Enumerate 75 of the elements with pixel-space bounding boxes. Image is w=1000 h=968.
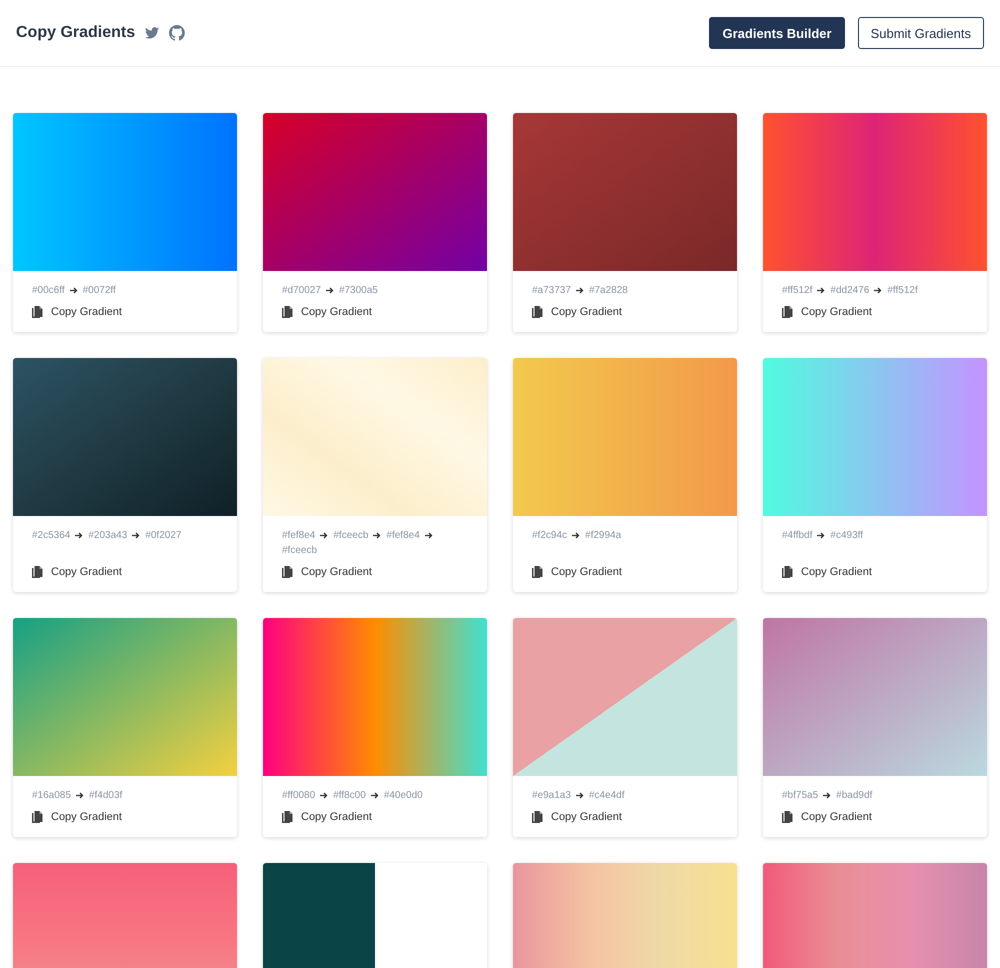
- copy-icon: [282, 811, 293, 823]
- color-code: #2c5364: [32, 529, 70, 542]
- color-code: #ff8c00: [333, 789, 366, 802]
- site-title: Copy Gradients: [16, 24, 136, 42]
- color-code: #d70027: [282, 284, 321, 297]
- color-code: #fceecb: [282, 544, 318, 557]
- copy-gradient-button[interactable]: Copy Gradient: [282, 811, 372, 823]
- copy-gradient-button[interactable]: Copy Gradient: [32, 811, 122, 823]
- color-code: #0072ff: [82, 284, 116, 297]
- arrow-icon: [817, 287, 826, 294]
- color-code: #7a2828: [588, 284, 628, 297]
- arrow-icon: [576, 792, 584, 799]
- copy-icon: [532, 811, 543, 823]
- color-code: #203a43: [88, 529, 128, 542]
- color-code: #c4e4df: [588, 789, 625, 802]
- color-code: #f4d03f: [88, 789, 122, 802]
- copy-icon: [32, 566, 43, 578]
- copy-gradient-button[interactable]: Copy Gradient: [532, 306, 622, 318]
- arrow-icon: [76, 792, 84, 799]
- arrow-icon: [373, 532, 382, 539]
- color-code: #c493ff: [830, 529, 864, 542]
- color-code: #ff512f: [887, 284, 918, 297]
- copy-icon: [532, 306, 543, 318]
- arrow-icon: [70, 287, 78, 294]
- copy-gradient-button[interactable]: Copy Gradient: [282, 306, 372, 318]
- arrow-icon: [320, 532, 328, 539]
- color-code: #ff0080: [282, 789, 316, 802]
- copy-gradient-button[interactable]: Copy Gradient: [532, 566, 622, 578]
- copy-gradient-button[interactable]: Copy Gradient: [32, 306, 122, 318]
- submit-button[interactable]: Submit Gradients: [858, 17, 984, 49]
- color-code: #40e0d0: [384, 789, 423, 802]
- color-code: #f2994a: [585, 529, 622, 542]
- color-code: #dd2476: [830, 284, 870, 297]
- color-code: #4ffbdf: [782, 529, 812, 542]
- copy-gradient-button[interactable]: Copy Gradient: [782, 306, 872, 318]
- color-code: #00c6ff: [32, 284, 65, 297]
- arrow-icon: [320, 792, 328, 799]
- color-code: #16a085: [32, 789, 71, 802]
- color-code: #fef8e4: [282, 529, 316, 542]
- color-code: #7300a5: [338, 284, 378, 297]
- arrow-icon: [823, 792, 832, 799]
- arrow-icon: [75, 532, 84, 539]
- color-code: #fceecb: [333, 529, 368, 542]
- copy-icon: [282, 566, 293, 578]
- copy-gradient-button[interactable]: Copy Gradient: [532, 811, 622, 823]
- arrow-icon: [370, 792, 379, 799]
- copy-icon: [32, 811, 43, 823]
- arrow-icon: [326, 287, 334, 294]
- color-code: #fef8e4: [386, 529, 420, 542]
- arrow-icon: [132, 532, 140, 539]
- copy-icon: [532, 566, 543, 578]
- copy-icon: [782, 306, 793, 318]
- arrow-icon: [817, 532, 826, 539]
- color-code: #a73737: [532, 284, 571, 297]
- github-icon[interactable]: [169, 25, 186, 41]
- color-code: #bad9df: [836, 789, 872, 802]
- color-code: #ff512f: [782, 284, 812, 297]
- arrow-icon: [424, 532, 433, 539]
- arrow-icon: [576, 287, 584, 294]
- copy-gradient-button[interactable]: Copy Gradient: [32, 566, 122, 578]
- copy-icon: [282, 306, 293, 318]
- copy-gradient-button[interactable]: Copy Gradient: [782, 811, 872, 823]
- copy-icon: [782, 566, 793, 578]
- copy-icon: [782, 811, 793, 823]
- arrow-icon: [572, 532, 580, 539]
- copy-gradient-button[interactable]: Copy Gradient: [282, 566, 372, 578]
- copy-gradient-button[interactable]: Copy Gradient: [782, 566, 872, 578]
- builder-button[interactable]: Gradients Builder: [709, 17, 845, 49]
- color-code: #e9a1a3: [532, 789, 571, 802]
- twitter-bird-icon[interactable]: [145, 27, 160, 39]
- color-code: #0f2027: [145, 529, 182, 542]
- arrow-icon: [874, 287, 882, 294]
- color-code: #f2c94c: [532, 529, 568, 542]
- color-code: #bf75a5: [782, 789, 818, 802]
- copy-icon: [32, 306, 43, 318]
